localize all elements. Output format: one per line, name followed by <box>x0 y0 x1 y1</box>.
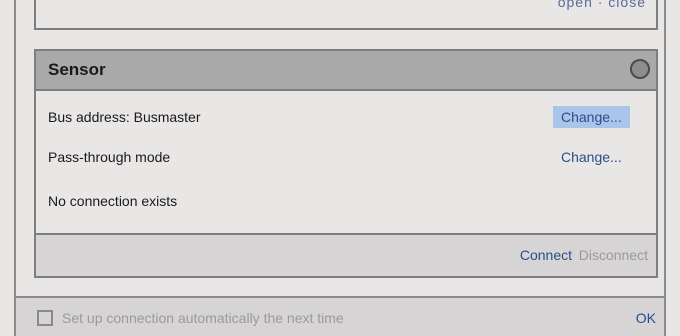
right-border <box>664 0 666 296</box>
sensor-header: Sensor <box>36 51 656 91</box>
auto-connect-checkbox[interactable] <box>37 310 53 326</box>
bus-address-change-button[interactable]: Change... <box>553 106 630 128</box>
connect-button[interactable]: Connect <box>520 247 572 263</box>
dialog-window: open · close Sensor Bus address: Busmast… <box>0 0 680 336</box>
ok-button[interactable]: OK <box>636 310 656 326</box>
auto-connect-label: Set up connection automatically the next… <box>62 310 344 326</box>
connection-status-text: No connection exists <box>48 193 178 209</box>
status-indicator-icon <box>630 59 650 79</box>
passthrough-label: Pass-through mode <box>48 149 171 165</box>
sensor-panel: Sensor Bus address: Busmaster Change... … <box>34 49 658 278</box>
bus-address-label: Bus address: Busmaster <box>48 109 201 125</box>
bottom-bar: Set up connection automatically the next… <box>14 296 666 336</box>
sensor-title: Sensor <box>48 60 106 79</box>
clipped-panel-text: open · close <box>557 0 646 10</box>
previous-panel: open · close <box>34 0 658 30</box>
disconnect-button[interactable]: Disconnect <box>579 247 648 263</box>
left-border <box>14 0 16 296</box>
sensor-footer: Connect Disconnect <box>36 233 656 276</box>
passthrough-change-button[interactable]: Change... <box>553 146 630 168</box>
